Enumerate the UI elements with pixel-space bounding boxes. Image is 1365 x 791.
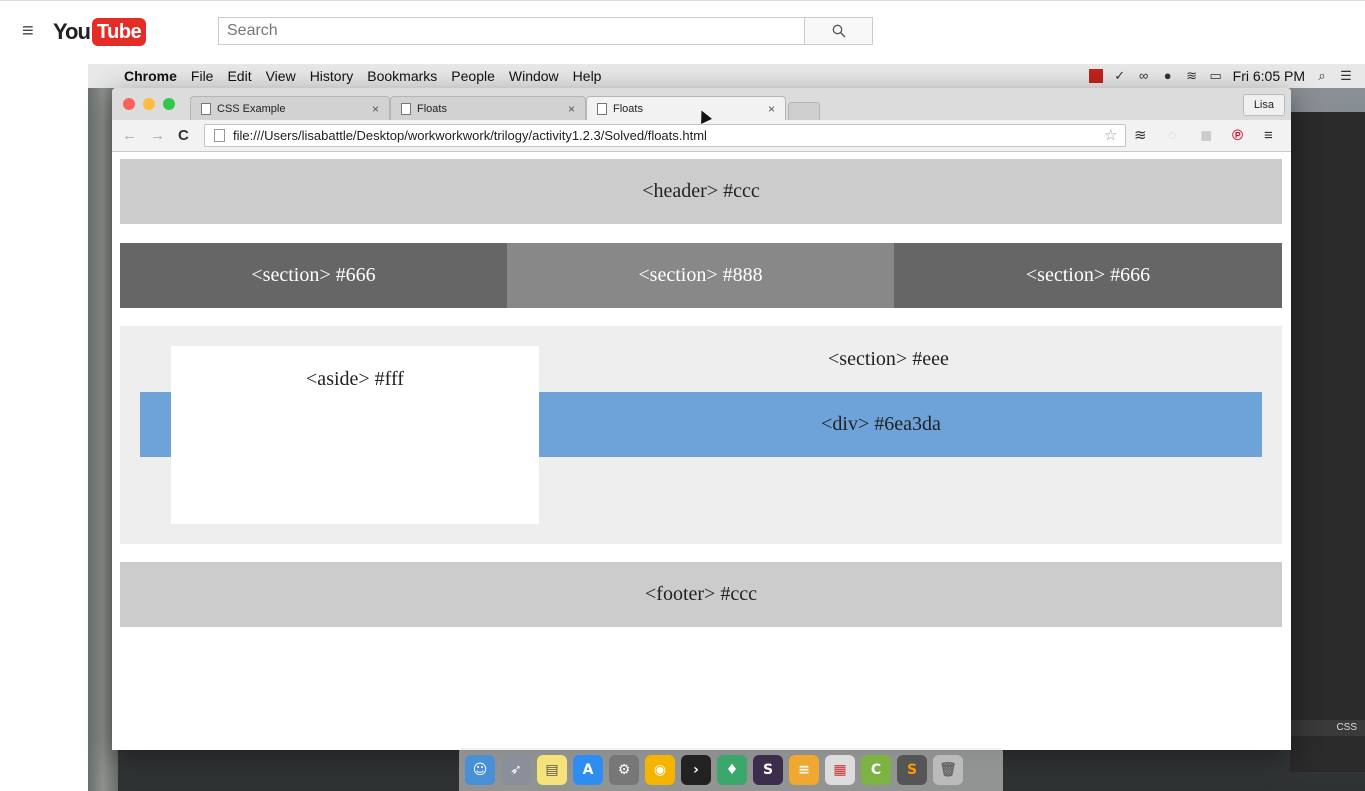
- menu-extras: ✓ ∞ ● ≋ ▭ Fri 6:05 PM ⌕ ☰: [1088, 68, 1353, 84]
- app-store-icon[interactable]: A: [573, 754, 603, 785]
- browser-toolbar: ← → C file:///Users/lisabattle/Desktop/w…: [112, 120, 1291, 152]
- page-icon: [214, 129, 225, 142]
- sublime-text-icon[interactable]: S: [897, 754, 927, 785]
- tab-title: CSS Example: [217, 102, 286, 115]
- menu-edit[interactable]: Edit: [227, 68, 251, 84]
- finder-icon[interactable]: ☺: [465, 754, 495, 785]
- menu-help[interactable]: Help: [573, 68, 602, 84]
- notification-center-icon[interactable]: ☰: [1339, 69, 1353, 83]
- zoom-window-icon[interactable]: [163, 98, 175, 110]
- recording-icon[interactable]: [1088, 69, 1103, 83]
- search-button[interactable]: [805, 17, 873, 45]
- footer-label: <footer> #ccc: [645, 583, 757, 605]
- profile-button[interactable]: Lisa: [1242, 94, 1285, 116]
- aside-box: <aside> #fff: [171, 346, 539, 524]
- editor-status-bar: CSS: [1290, 720, 1365, 736]
- extension-icon[interactable]: ◌: [1168, 127, 1177, 145]
- youtube-logo[interactable]: You Tube: [53, 17, 147, 47]
- chrome-icon[interactable]: ◉: [645, 754, 675, 785]
- mac-dock: ☺ ➶ ▤ A ⚙ ◉ › ♦ S ≡ ▦ C S 🗑: [459, 748, 1003, 791]
- sourcetree-icon[interactable]: ♦: [717, 754, 747, 785]
- menu-clock[interactable]: Fri 6:05 PM: [1233, 68, 1305, 84]
- reload-icon[interactable]: C: [178, 127, 189, 145]
- creative-cloud-icon[interactable]: ●: [1161, 69, 1175, 83]
- menu-window[interactable]: Window: [509, 68, 559, 84]
- menu-chrome[interactable]: Chrome: [124, 68, 177, 84]
- section-label: <section> #666: [1025, 264, 1151, 286]
- extension-icon-2[interactable]: ◼: [1200, 127, 1212, 145]
- close-tab-icon[interactable]: ×: [768, 102, 775, 116]
- search-box: [218, 17, 805, 45]
- battery-icon[interactable]: ▭: [1209, 69, 1223, 83]
- menu-bookmarks[interactable]: Bookmarks: [367, 68, 437, 84]
- search-icon: [832, 24, 845, 38]
- browser-window: CSS Example × Floats × Floats × Lisa ← →…: [112, 88, 1291, 750]
- back-icon[interactable]: ←: [122, 127, 137, 145]
- editor-syntax-label: CSS: [1336, 722, 1357, 733]
- address-bar[interactable]: file:///Users/lisabattle/Desktop/workwor…: [204, 124, 1126, 147]
- checkmark-icon[interactable]: ✓: [1113, 69, 1127, 83]
- sequel-pro-icon[interactable]: ≡: [789, 754, 819, 785]
- link-icon[interactable]: ∞: [1137, 69, 1151, 83]
- tab-css-example[interactable]: CSS Example ×: [190, 96, 390, 120]
- hamburger-menu-icon[interactable]: ≡: [22, 19, 38, 43]
- close-tab-icon[interactable]: ×: [372, 102, 379, 116]
- section-left: <section> #666: [120, 243, 507, 308]
- div-label: <div> #6ea3da: [821, 413, 941, 435]
- system-preferences-icon[interactable]: ⚙: [609, 754, 639, 785]
- page-icon: [597, 103, 607, 115]
- calendar-grid-icon[interactable]: ▦: [825, 754, 855, 785]
- spotlight-icon[interactable]: ⌕: [1315, 69, 1329, 83]
- header-label: <header> #ccc: [642, 180, 760, 202]
- close-window-icon[interactable]: [123, 98, 135, 110]
- background-editor-window: [1290, 112, 1365, 772]
- section-label: <section> #888: [638, 264, 763, 286]
- buffer-extension-icon[interactable]: ≋: [1134, 127, 1147, 145]
- menu-people[interactable]: People: [451, 68, 495, 84]
- chrome-menu-icon[interactable]: ≡: [1264, 127, 1273, 145]
- menu-history[interactable]: History: [310, 68, 354, 84]
- menu-view[interactable]: View: [266, 68, 296, 84]
- youtube-logo-you: You: [53, 19, 91, 44]
- section-right: <section> #666: [894, 243, 1282, 308]
- notes-icon[interactable]: ▤: [537, 754, 567, 785]
- page-icon: [201, 102, 211, 115]
- search-input[interactable]: [219, 18, 795, 44]
- camtasia-icon[interactable]: C: [861, 754, 891, 785]
- section-middle: <section> #888: [507, 243, 894, 308]
- menu-file[interactable]: File: [191, 68, 214, 84]
- close-tab-icon[interactable]: ×: [568, 102, 575, 116]
- page-icon: [401, 102, 411, 115]
- tab-title: Floats: [613, 103, 643, 115]
- new-tab-button[interactable]: [788, 102, 820, 120]
- url-text: file:///Users/lisabattle/Desktop/workwor…: [233, 128, 707, 143]
- tab-title: Floats: [417, 102, 447, 115]
- minimize-window-icon[interactable]: [143, 98, 155, 110]
- aside-label: <aside> #fff: [306, 368, 404, 390]
- tab-floats-active[interactable]: Floats ×: [586, 96, 786, 121]
- section-eee-label: <section> #eee: [828, 348, 949, 370]
- bookmark-star-icon[interactable]: ☆: [1104, 127, 1117, 145]
- youtube-logo-tube: Tube: [91, 18, 147, 46]
- page-header: <header> #ccc: [120, 159, 1282, 224]
- youtube-header: ≡ You Tube: [0, 0, 1365, 65]
- section-label: <section> #666: [251, 264, 376, 286]
- pinterest-icon[interactable]: ℗: [1232, 127, 1243, 145]
- tab-floats-1[interactable]: Floats ×: [390, 96, 586, 120]
- page-footer: <footer> #ccc: [120, 562, 1282, 627]
- page-content: <header> #ccc <section> #666 <section> #…: [112, 152, 1291, 750]
- terminal-icon[interactable]: ›: [681, 754, 711, 785]
- wifi-icon[interactable]: ≋: [1185, 69, 1199, 83]
- launchpad-icon[interactable]: ➶: [501, 754, 531, 785]
- slack-icon[interactable]: S: [753, 754, 783, 785]
- forward-icon[interactable]: →: [150, 127, 165, 145]
- mac-menu-bar: Chrome File Edit View History Bookmarks …: [88, 64, 1365, 88]
- trash-icon[interactable]: 🗑: [933, 754, 963, 785]
